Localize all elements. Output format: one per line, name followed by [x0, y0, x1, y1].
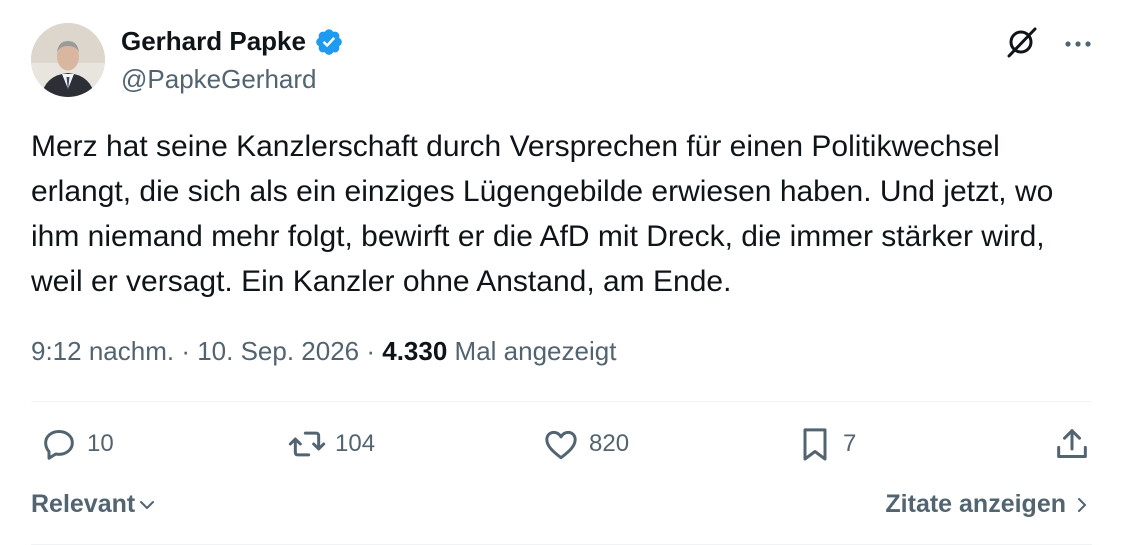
- repost-count: 104: [335, 430, 376, 457]
- action-bar: 10 104 820 7: [31, 424, 1092, 468]
- meta-separator: ·: [174, 336, 198, 366]
- view-quotes-link[interactable]: Zitate anzeigen: [885, 490, 1092, 519]
- tweet-text: Merz hat seine Kanzlerschaft durch Versp…: [31, 130, 1054, 298]
- bookmark-button[interactable]: 7: [795, 424, 856, 464]
- views-count: 4.330: [382, 336, 448, 366]
- tweet-meta: 9:12 nachm. · 10. Sep. 2026 · 4.330 Mal …: [31, 336, 616, 367]
- replies-header: Relevant Zitate anzeigen: [31, 490, 1092, 524]
- share-icon: [1057, 429, 1087, 458]
- verified-badge-icon[interactable]: [314, 27, 344, 57]
- repost-button[interactable]: 104: [287, 424, 375, 464]
- tweet-date[interactable]: 10. Sep. 2026: [197, 336, 359, 367]
- bookmark-count: 7: [843, 430, 857, 457]
- sort-label: Relevant: [31, 490, 136, 518]
- author-handle[interactable]: @PapkeGerhard: [121, 64, 317, 95]
- share-button[interactable]: [1052, 424, 1092, 464]
- like-button[interactable]: 820: [541, 424, 629, 464]
- sort-dropdown[interactable]: Relevant: [31, 490, 157, 519]
- views-label: Mal angezeigt: [447, 336, 617, 366]
- repost-icon: [288, 431, 326, 457]
- meta-separator: ·: [359, 336, 383, 366]
- quotes-label: Zitate anzeigen: [885, 490, 1066, 518]
- chevron-down-icon: [140, 500, 155, 509]
- reply-icon: [44, 430, 74, 460]
- author-name[interactable]: Gerhard Papke: [121, 26, 306, 57]
- top-right-controls: [1003, 24, 1093, 65]
- reply-count: 10: [87, 430, 114, 457]
- bookmark-icon: [803, 428, 827, 461]
- grok-icon[interactable]: [1003, 24, 1039, 65]
- reply-button[interactable]: 10: [39, 424, 114, 464]
- author-name-row: Gerhard Papke: [121, 26, 344, 57]
- avatar[interactable]: [31, 23, 105, 97]
- more-icon[interactable]: [1063, 36, 1093, 54]
- avatar-image: [31, 23, 105, 97]
- like-icon: [545, 430, 577, 460]
- like-count: 820: [589, 430, 630, 457]
- chevron-right-icon: [1078, 497, 1086, 512]
- divider: [31, 401, 1092, 402]
- tweet-time[interactable]: 9:12 nachm.: [31, 336, 174, 367]
